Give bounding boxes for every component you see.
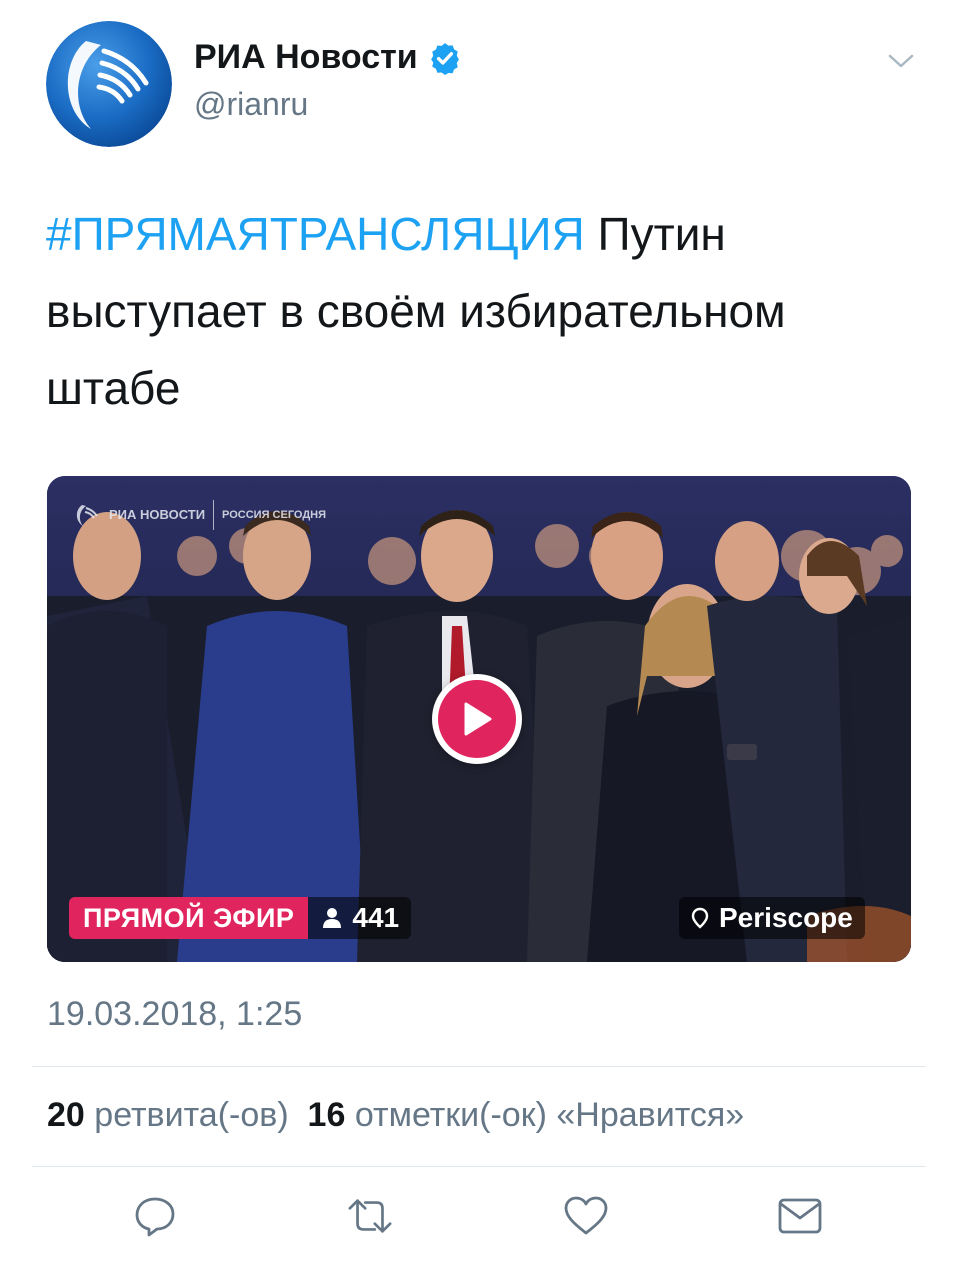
author-name-text: РИА Новости (194, 38, 418, 76)
watermark-rossiya-text: РОССИЯ СЕГОДНЯ (222, 508, 327, 521)
retweets-label: ретвита(-ов) (94, 1096, 289, 1134)
like-icon (564, 1196, 608, 1235)
likes-count: 16 (307, 1096, 346, 1134)
likes-stat[interactable]: 16 отметки(-ок) «Нравится» (308, 1096, 745, 1134)
action-bar (0, 1192, 958, 1248)
periscope-badge[interactable]: Periscope (679, 897, 865, 939)
tweet-text: #ПРЯМАЯТРАНСЛЯЦИЯ Путин выступает в своё… (46, 196, 906, 427)
author-name[interactable]: РИА Новости (194, 38, 462, 77)
avatar[interactable] (46, 21, 172, 147)
periscope-label: Periscope (719, 902, 853, 933)
watermark-ria-text: РИА НОВОСТИ (109, 507, 206, 522)
chevron-down-icon[interactable] (886, 50, 916, 72)
ria-watermark-icon (76, 505, 98, 526)
likes-label: отметки(-ок) «Нравится» (354, 1096, 745, 1134)
retweet-icon (348, 1199, 392, 1233)
media-watermark: РИА НОВОСТИ РОССИЯ СЕГОДНЯ (73, 500, 326, 530)
live-badge: ПРЯМОЙ ЭФИР (69, 897, 309, 939)
retweets-stat[interactable]: 20 ретвита(-ов) (47, 1096, 289, 1134)
tweet-detail: РИА Новости @rianru #ПРЯМАЯТРАНСЛЯЦИЯ Пу… (0, 0, 958, 1280)
like-button[interactable] (562, 1192, 610, 1240)
viewer-count: 441 (308, 897, 412, 939)
periscope-icon (691, 907, 709, 929)
reply-button[interactable] (131, 1192, 179, 1240)
tweet-timestamp[interactable]: 19.03.2018, 1:25 (47, 995, 302, 1034)
ria-novosti-logo-icon (46, 21, 172, 147)
retweet-button[interactable] (346, 1192, 394, 1240)
direct-message-button[interactable] (776, 1192, 824, 1240)
direct-message-icon (778, 1198, 822, 1234)
live-indicator: ПРЯМОЙ ЭФИР 441 (69, 897, 412, 939)
retweets-count: 20 (47, 1096, 85, 1134)
verified-badge-icon (430, 42, 459, 75)
play-button[interactable] (432, 674, 522, 764)
reply-icon (135, 1197, 175, 1237)
divider (32, 1166, 926, 1167)
hashtag-link[interactable]: #ПРЯМАЯТРАНСЛЯЦИЯ (46, 208, 585, 260)
engagement-stats: 20 ретвита(-ов) 16 отметки(-ок) «Нравитс… (47, 1096, 744, 1135)
watermark-divider (213, 500, 215, 530)
author-handle[interactable]: @rianru (194, 86, 308, 123)
play-icon (464, 702, 492, 736)
person-icon (323, 908, 342, 928)
divider (32, 1066, 926, 1067)
viewer-count-value: 441 (352, 902, 400, 933)
